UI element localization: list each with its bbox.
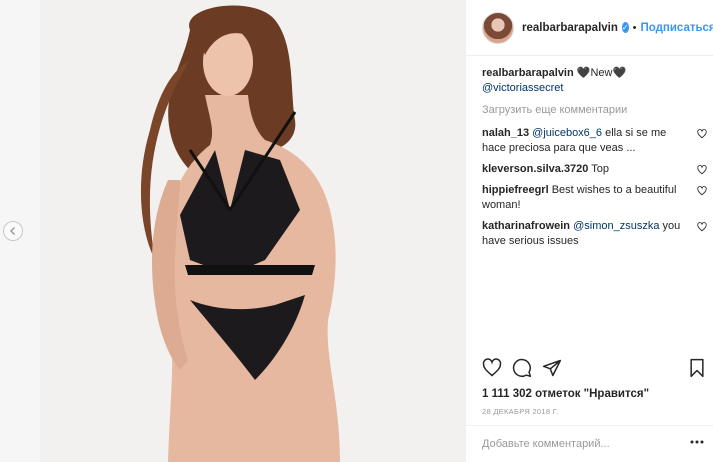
- header-username[interactable]: realbarbarapalvin: [522, 22, 618, 34]
- comment-mention[interactable]: @simon_zsuszka: [573, 220, 659, 232]
- comment-like-icon[interactable]: [697, 165, 707, 175]
- comment-username[interactable]: hippiefreegrl: [482, 184, 549, 196]
- caption-username[interactable]: realbarbarapalvin: [482, 67, 574, 79]
- caption-mention[interactable]: @victoriassecret: [482, 82, 563, 94]
- comment-mention[interactable]: @juicebox6_6: [532, 127, 602, 139]
- post-caption: realbarbarapalvin 🖤New🖤 @victoriassecret: [482, 66, 704, 96]
- post-actions-bar: [482, 358, 704, 382]
- add-comment-input[interactable]: [482, 438, 682, 450]
- avatar[interactable]: [482, 11, 514, 44]
- verified-badge-icon: ✓: [621, 22, 629, 33]
- comment-text: Top: [591, 163, 610, 175]
- comment-like-icon[interactable]: [697, 222, 707, 232]
- comment-like-icon[interactable]: [697, 129, 707, 139]
- post-modal: realbarbarapalvin ✓ • Подписаться realba…: [0, 0, 713, 462]
- comment-item: hippiefreegrl Best wishes to a beautiful…: [482, 183, 707, 213]
- comment-item: nalah_13 @juicebox6_6 ella si se me hace…: [482, 126, 707, 156]
- comment-username[interactable]: nalah_13: [482, 127, 529, 139]
- left-gutter: [0, 0, 40, 462]
- header-separator: •: [632, 21, 637, 34]
- comment-item: kleverson.silva.3720 Top: [482, 162, 707, 177]
- comment-item: katharinafrowein @simon_zsuszka you have…: [482, 219, 707, 249]
- post-header: realbarbarapalvin ✓ • Подписаться: [466, 0, 713, 56]
- follow-button[interactable]: Подписаться: [640, 22, 713, 34]
- load-more-comments-button[interactable]: Загрузить еще комментарии: [482, 104, 704, 116]
- post-side-panel: realbarbarapalvin ✓ • Подписаться realba…: [465, 0, 713, 462]
- heart-outline-icon[interactable]: [482, 358, 502, 378]
- add-comment-section: [466, 425, 713, 462]
- speech-bubble-icon[interactable]: [512, 358, 532, 378]
- comment-like-icon[interactable]: [697, 186, 707, 196]
- post-photo[interactable]: [40, 0, 465, 462]
- caption-text: 🖤New🖤: [576, 67, 627, 79]
- comment-username[interactable]: katharinafrowein: [482, 220, 570, 232]
- previous-post-button[interactable]: [3, 221, 23, 241]
- comments-list: realbarbarapalvin 🖤New🖤 @victoriassecret…: [482, 66, 707, 255]
- more-dots-icon[interactable]: [690, 440, 704, 444]
- paper-plane-icon[interactable]: [542, 358, 562, 378]
- bookmark-icon[interactable]: [688, 358, 706, 378]
- likes-count[interactable]: 1 111 302 отметок "Нравится": [482, 388, 649, 400]
- comment-username[interactable]: kleverson.silva.3720: [482, 163, 588, 175]
- post-date[interactable]: 28 ДЕКАБРЯ 2018 Г.: [482, 407, 559, 416]
- chevron-left-icon: [10, 227, 15, 235]
